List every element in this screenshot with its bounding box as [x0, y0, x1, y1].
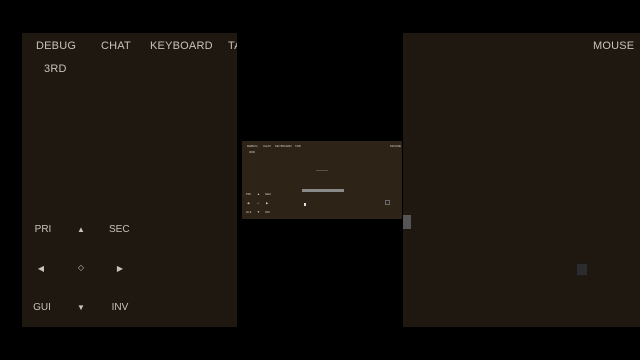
preview-chat-label: CHAT	[263, 144, 271, 148]
move-left-button[interactable]: ◀	[34, 264, 48, 273]
left-control-panel: DEBUG CHAT KEYBOARD TA 3RD PRI ▲ SEC ◀ ◇…	[22, 33, 237, 327]
tab-button[interactable]: TA	[228, 40, 237, 52]
secondary-button[interactable]: SEC	[109, 224, 130, 235]
preview-inv: INV	[265, 210, 271, 214]
preview-sec: SEC	[265, 192, 272, 196]
inventory-button[interactable]: INV	[110, 302, 130, 313]
chat-button[interactable]: CHAT	[101, 40, 131, 52]
preview-title-line	[316, 170, 328, 171]
hotbar-slot-square[interactable]	[576, 263, 588, 276]
game-preview: DEBUG CHAT KEYBOARD TAB MOUSE 3RD PRI ▲ …	[242, 141, 402, 219]
preview-down: ▼	[257, 210, 260, 214]
move-up-button[interactable]: ▲	[74, 225, 88, 234]
preview-keyboard-label: KEYBOARD	[275, 144, 292, 148]
preview-button-bar	[302, 189, 344, 192]
preview-gui: GUI	[246, 210, 252, 214]
right-control-panel: MOUSE	[403, 33, 640, 327]
preview-center: ◇	[257, 201, 260, 205]
center-button[interactable]: ◇	[74, 263, 88, 272]
gui-button[interactable]: GUI	[32, 302, 52, 313]
preview-debug-label: DEBUG	[247, 144, 258, 148]
move-down-button[interactable]: ▼	[74, 303, 88, 312]
preview-up: ▲	[257, 192, 260, 196]
preview-mouse-label: MOUSE	[390, 144, 402, 148]
preview-left: ◀	[247, 201, 250, 205]
mouse-button[interactable]: MOUSE	[593, 40, 634, 52]
preview-tab-label: TAB	[295, 144, 301, 148]
preview-pri: PRI	[246, 192, 252, 196]
preview-cursor-icon	[304, 203, 306, 206]
debug-button[interactable]: DEBUG	[36, 40, 76, 52]
primary-button[interactable]: PRI	[34, 224, 52, 235]
keyboard-button[interactable]: KEYBOARD	[150, 40, 213, 52]
camera-mode-button[interactable]: 3RD	[44, 63, 67, 75]
preview-mode-label: 3RD	[249, 150, 256, 154]
preview-right: ▶	[266, 201, 269, 205]
preview-square-icon	[385, 200, 390, 205]
move-right-button[interactable]: ▶	[113, 264, 127, 273]
scroll-handle[interactable]	[403, 215, 411, 229]
